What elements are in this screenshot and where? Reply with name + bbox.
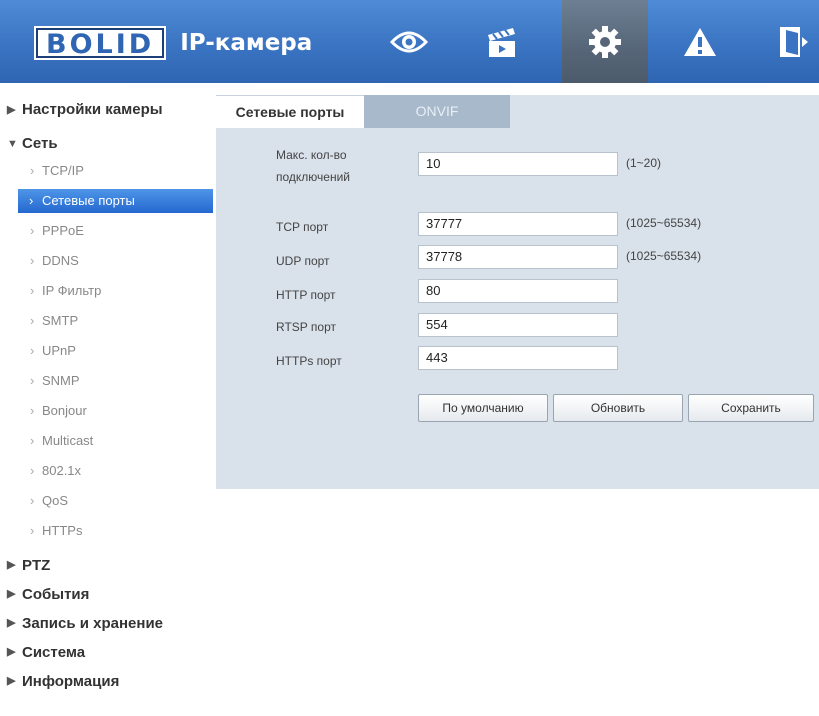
nav-playback[interactable] — [470, 0, 532, 83]
nav-logout[interactable] — [776, 0, 819, 83]
rtsp-port-field[interactable]: 554 — [418, 313, 618, 337]
warning-icon — [684, 27, 716, 56]
sidebar-section-camera[interactable]: ▶ Настройки камеры — [0, 98, 213, 122]
expand-arrow-icon: ▶ — [7, 617, 16, 629]
tab-network-ports[interactable]: Сетевые порты — [216, 95, 364, 128]
https-port-field[interactable]: 443 — [418, 346, 618, 370]
eye-icon — [390, 31, 428, 52]
udp-port-label: UDP порт — [276, 254, 330, 268]
sidebar-item-label: Сетевые порты — [42, 193, 135, 208]
sidebar-item-8021x[interactable]: › 802.1x — [0, 456, 213, 486]
sidebar-item-qos[interactable]: › QoS — [0, 486, 213, 516]
sidebar-section-label: События — [22, 586, 90, 603]
expand-arrow-icon: ▶ — [7, 646, 16, 658]
sidebar-section-label: Сеть — [22, 135, 58, 152]
gear-icon — [589, 25, 621, 58]
sidebar-section-events[interactable]: ▶ События — [0, 580, 213, 609]
sidebar-section-info[interactable]: ▶ Информация — [0, 667, 213, 696]
tab-bar: Сетевые порты ONVIF — [216, 95, 819, 128]
sidebar-item-label: PPPoE — [42, 223, 84, 238]
https-port-label: HTTPs порт — [276, 354, 342, 368]
collapse-arrow-icon: ▼ — [7, 138, 18, 150]
chevron-right-icon: › — [30, 523, 35, 538]
sidebar-item-label: SNMP — [42, 373, 80, 388]
sidebar-item-label: IP Фильтр — [42, 283, 102, 298]
nav-setup[interactable] — [562, 0, 648, 83]
sidebar-item-tcpip[interactable]: › TCP/IP — [0, 156, 213, 186]
sidebar-item-smtp[interactable]: › SMTP — [0, 306, 213, 336]
nav-live-view[interactable] — [378, 0, 440, 83]
max-connections-field[interactable]: 10 — [418, 152, 618, 176]
chevron-right-icon: › — [30, 163, 35, 178]
sidebar-item-label: 802.1x — [42, 463, 82, 478]
chevron-right-icon: › — [30, 373, 35, 388]
sidebar-section-label: Информация — [22, 673, 120, 690]
sidebar-section-storage[interactable]: ▶ Запись и хранение — [0, 609, 213, 638]
refresh-button[interactable]: Обновить — [553, 394, 683, 422]
chevron-right-icon: › — [30, 403, 35, 418]
default-button[interactable]: По умолчанию — [418, 394, 548, 422]
chevron-right-icon: › — [30, 283, 35, 298]
sidebar-item-label: TCP/IP — [42, 163, 84, 178]
sidebar-item-label: DDNS — [42, 253, 79, 268]
sidebar-item-label: Bonjour — [42, 403, 87, 418]
settings-panel: Макс. кол-во подключений 10 (1~20) TCP п… — [216, 128, 819, 489]
sidebar-item-pppoe[interactable]: › PPPoE — [0, 216, 213, 246]
exit-door-icon — [780, 26, 808, 57]
sidebar-item-label: QoS — [42, 493, 69, 508]
chevron-right-icon: › — [30, 463, 35, 478]
sidebar-section-ptz[interactable]: ▶ PTZ — [0, 551, 213, 580]
http-port-field[interactable]: 80 — [418, 279, 618, 303]
sidebar-item-bonjour[interactable]: › Bonjour — [0, 396, 213, 426]
chevron-right-icon: › — [30, 493, 35, 508]
sidebar-section-label: PTZ — [22, 557, 51, 574]
app-title: IP-камера — [180, 30, 313, 56]
tab-onvif[interactable]: ONVIF — [364, 95, 510, 128]
chevron-right-icon: › — [30, 313, 35, 328]
sidebar-item-upnp[interactable]: › UPnP — [0, 336, 213, 366]
chevron-right-icon: › — [30, 433, 35, 448]
clapperboard-icon — [488, 27, 515, 57]
sidebar-item-ip-filter[interactable]: › IP Фильтр — [0, 276, 213, 306]
nav-alarm[interactable] — [672, 0, 728, 83]
http-port-label: HTTP порт — [276, 288, 336, 302]
sidebar-item-label: SMTP — [42, 313, 79, 328]
sidebar-item-label: Multicast — [42, 433, 94, 448]
sidebar-section-label: Система — [22, 644, 86, 661]
tcp-port-field[interactable]: 37777 — [418, 212, 618, 236]
sidebar-item-https[interactable]: › HTTPs — [0, 516, 213, 546]
sidebar-section-system[interactable]: ▶ Система — [0, 638, 213, 667]
logo-text: BOLID — [36, 28, 165, 60]
top-header: BOLID IP-камера — [0, 0, 819, 83]
sidebar-item-label: HTTPs — [42, 523, 83, 538]
sidebar-item-multicast[interactable]: › Multicast — [0, 426, 213, 456]
brand-logo: BOLID IP-камера — [36, 26, 312, 60]
tcp-port-range: (1025~65534) — [626, 216, 702, 230]
settings-sidebar: ▶ Настройки камеры ▼ Сеть › TCP/IP › Сетев… — [0, 95, 213, 696]
max-connections-label-line2: подключений — [276, 170, 350, 184]
sidebar-item-ddns[interactable]: › DDNS — [0, 246, 213, 276]
chevron-right-icon: › — [30, 343, 35, 358]
rtsp-port-label: RTSP порт — [276, 320, 336, 334]
expand-arrow-icon: ▶ — [7, 104, 16, 116]
sidebar-section-label: Запись и хранение — [22, 615, 164, 632]
sidebar-section-label: Настройки камеры — [22, 101, 163, 118]
chevron-right-icon: › — [30, 223, 35, 238]
tcp-port-label: TCP порт — [276, 220, 329, 234]
chevron-right-icon: › — [30, 253, 35, 268]
sidebar-item-network-ports[interactable]: › Сетевые порты — [18, 189, 213, 213]
expand-arrow-icon: ▶ — [7, 675, 16, 687]
save-button[interactable]: Сохранить — [688, 394, 814, 422]
expand-arrow-icon: ▶ — [7, 559, 16, 571]
udp-port-field[interactable]: 37778 — [418, 245, 618, 269]
sidebar-section-network[interactable]: ▼ Сеть — [0, 132, 213, 156]
expand-arrow-icon: ▶ — [7, 588, 16, 600]
sidebar-item-snmp[interactable]: › SNMP — [0, 366, 213, 396]
max-connections-label-line1: Макс. кол-во — [276, 148, 347, 162]
udp-port-range: (1025~65534) — [626, 249, 702, 263]
sidebar-item-label: UPnP — [42, 343, 76, 358]
max-connections-range: (1~20) — [626, 156, 662, 170]
chevron-right-icon: › — [29, 193, 34, 208]
